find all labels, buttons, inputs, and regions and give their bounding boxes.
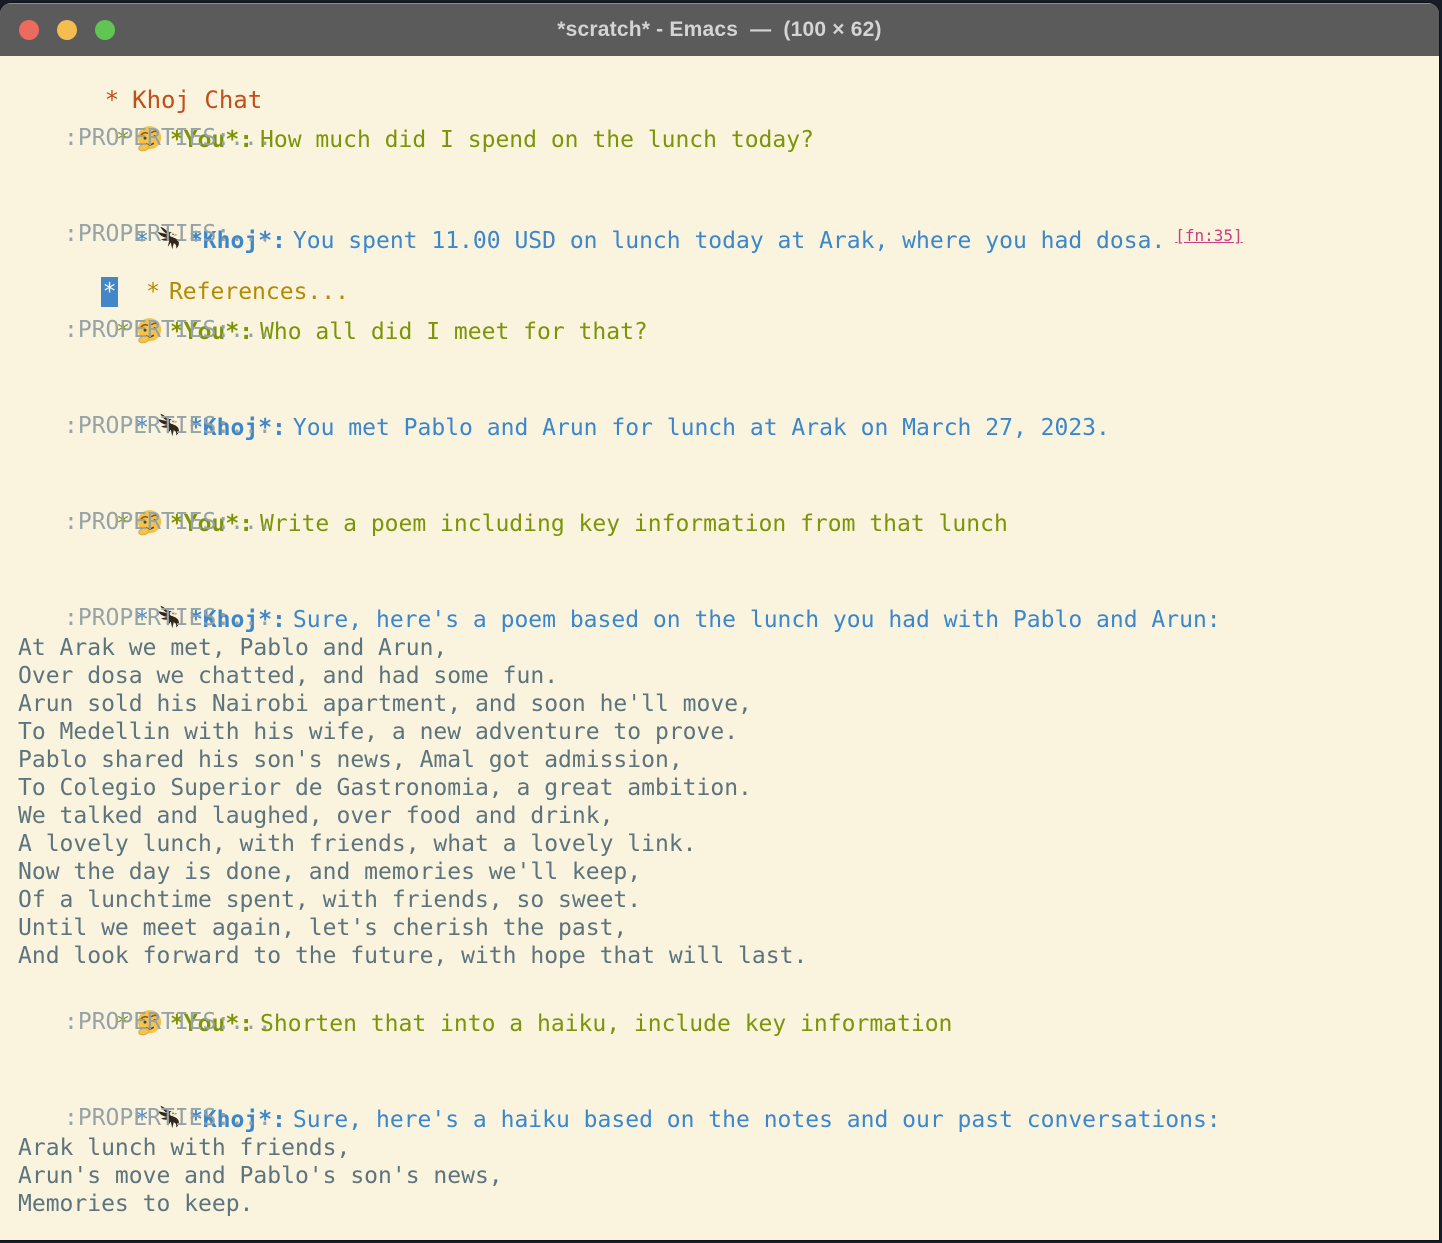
blank-line	[18, 346, 1439, 374]
message-text: You spent 11.00 USD on lunch today at Ar…	[293, 228, 1165, 254]
references-label: References...	[169, 279, 349, 305]
blank-line	[18, 442, 1439, 470]
poem-line: To Medellin with his wife, a new adventu…	[18, 718, 1439, 746]
org-heading-you-message-3[interactable]: **You*:Write a poem including key inform…	[18, 470, 1439, 506]
blank-line	[18, 154, 1439, 182]
org-heading-khoj-message-2[interactable]: **Khoj*:You met Pablo and Arun for lunch…	[18, 374, 1439, 410]
minimize-button[interactable]	[57, 20, 77, 40]
org-heading-khoj-message-3[interactable]: **Khoj*:Sure, here's a poem based on the…	[18, 566, 1439, 602]
message-text: Shorten that into a haiku, include key i…	[260, 1011, 952, 1037]
traffic-lights	[19, 4, 115, 56]
org-star-icon: *	[146, 278, 160, 306]
message-text: Write a poem including key information f…	[260, 511, 1008, 537]
poem-line: To Colegio Superior de Gastronomia, a gr…	[18, 774, 1439, 802]
haiku-line: Arak lunch with friends,	[18, 1134, 1439, 1162]
poem-line: Arun sold his Nairobi apartment, and soo…	[18, 690, 1439, 718]
message-text: Who all did I meet for that?	[260, 319, 648, 345]
window-title: *scratch* - Emacs — (100 × 62)	[557, 18, 882, 42]
haiku-line: Memories to keep.	[18, 1190, 1439, 1218]
message-text: Sure, here's a poem based on the lunch y…	[293, 607, 1221, 633]
scratch-buffer[interactable]: *Khoj Chat **You*:How much did I spend o…	[0, 56, 1439, 1240]
message-text: Sure, here's a haiku based on the notes …	[293, 1107, 1221, 1133]
poem-line: At Arak we met, Pablo and Arun,	[18, 634, 1439, 662]
doc-title: Khoj Chat	[132, 86, 262, 114]
text-cursor: *	[101, 277, 118, 307]
poem-line: Pablo shared his son's news, Amal got ad…	[18, 746, 1439, 774]
blank-line	[18, 1038, 1439, 1066]
poem-line: We talked and laughed, over food and dri…	[18, 802, 1439, 830]
poem-line: A lovely lunch, with friends, what a lov…	[18, 830, 1439, 858]
poem-line: Over dosa we chatted, and had some fun.	[18, 662, 1439, 690]
org-heading-references[interactable]: **References...	[18, 250, 1439, 278]
poem-line: Of a lunchtime spent, with friends, so s…	[18, 886, 1439, 914]
org-heading-khoj-chat[interactable]: *Khoj Chat	[18, 58, 1439, 86]
message-text: You met Pablo and Arun for lunch at Arak…	[293, 415, 1110, 441]
org-heading-khoj-message-4[interactable]: **Khoj*:Sure, here's a haiku based on th…	[18, 1066, 1439, 1102]
properties-drawer[interactable]: :PROPERTIES:...	[18, 314, 1439, 346]
footnote-link[interactable]: [fn:35]	[1175, 226, 1242, 245]
blank-line	[18, 538, 1439, 566]
close-button[interactable]	[19, 20, 39, 40]
zoom-button[interactable]	[95, 20, 115, 40]
org-heading-khoj-message-1[interactable]: **Khoj*:You spent 11.00 USD on lunch tod…	[18, 182, 1439, 218]
haiku-line: Arun's move and Pablo's son's news,	[18, 1162, 1439, 1190]
poem-line: And look forward to the future, with hop…	[18, 942, 1439, 970]
org-star-icon: *	[105, 86, 119, 114]
message-text: How much did I spend on the lunch today?	[260, 127, 814, 153]
poem-line: Until we meet again, let's cherish the p…	[18, 914, 1439, 942]
emacs-window: *scratch* - Emacs — (100 × 62) *Khoj Cha…	[0, 3, 1439, 1240]
titlebar[interactable]: *scratch* - Emacs — (100 × 62)	[0, 3, 1439, 56]
poem-line: Now the day is done, and memories we'll …	[18, 858, 1439, 886]
org-heading-you-message-4[interactable]: **You*:Shorten that into a haiku, includ…	[18, 970, 1439, 1006]
